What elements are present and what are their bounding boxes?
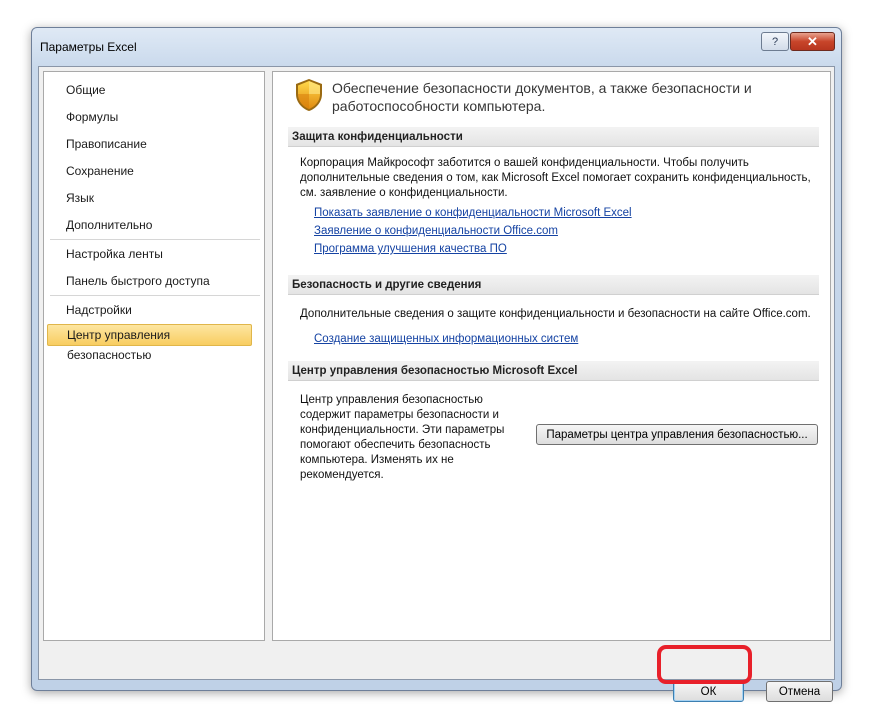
sidebar-item-add-ins[interactable]: Надстройки [47,299,252,321]
sidebar-divider [50,239,260,240]
sidebar-item-advanced[interactable]: Дополнительно [47,214,252,236]
cancel-button[interactable]: Отмена [766,681,833,702]
sidebar-divider [50,295,260,296]
shield-icon [296,79,322,111]
page-header-text: Обеспечение безопасности документов, а т… [332,80,752,114]
privacy-statement-link[interactable]: Показать заявление о конфиденциальности … [314,205,632,221]
ok-button[interactable]: ОК [673,681,744,702]
security-section-title: Безопасность и другие сведения [288,275,819,295]
ok-button-highlight [657,645,752,684]
sidebar-item-customize-ribbon[interactable]: Настройка ленты [47,243,252,265]
sidebar-item-save[interactable]: Сохранение [47,160,252,182]
close-icon: ✕ [807,33,818,49]
title-bar[interactable]: Параметры Excel ? ✕ [32,28,841,58]
sidebar: Общие Формулы Правописание Сохранение Яз… [43,71,265,641]
sidebar-item-trust-center[interactable]: Центр управления безопасностью [47,324,252,362]
privacy-text: Корпорация Майкрософт заботится о вашей … [300,157,811,199]
help-button[interactable]: ? [761,32,789,51]
close-button[interactable]: ✕ [790,32,835,51]
window-title: Параметры Excel [40,40,137,54]
main-panel: Обеспечение безопасности документов, а т… [272,71,831,641]
excel-options-dialog: Параметры Excel ? ✕ Общие Формулы Правоп… [31,27,842,702]
sidebar-item-formulas[interactable]: Формулы [47,106,252,128]
sidebar-item-language[interactable]: Язык [47,187,252,209]
security-text: Дополнительные сведения о защите конфиде… [300,308,811,320]
dialog-client-area: Общие Формулы Правописание Сохранение Яз… [38,66,835,702]
sidebar-item-general[interactable]: Общие [47,79,252,101]
title-bar-buttons: ? ✕ [760,32,835,51]
trust-center-text: Центр управления безопасностью содержит … [300,394,505,481]
question-icon: ? [771,35,779,48]
sidebar-item-proofing[interactable]: Правописание [47,133,252,155]
trustworthy-computing-link[interactable]: Создание защищенных информационных систе… [314,331,578,347]
privacy-section-title: Защита конфиденциальности [288,127,819,147]
trust-center-section-title: Центр управления безопасностью Microsoft… [288,361,819,381]
office-privacy-link[interactable]: Заявление о конфиденциальности Office.co… [314,223,558,239]
sidebar-item-quick-access-toolbar[interactable]: Панель быстрого доступа [47,270,252,292]
ceip-link[interactable]: Программа улучшения качества ПО [314,241,507,257]
trust-center-settings-button[interactable]: Параметры центра управления безопасность… [536,424,818,445]
